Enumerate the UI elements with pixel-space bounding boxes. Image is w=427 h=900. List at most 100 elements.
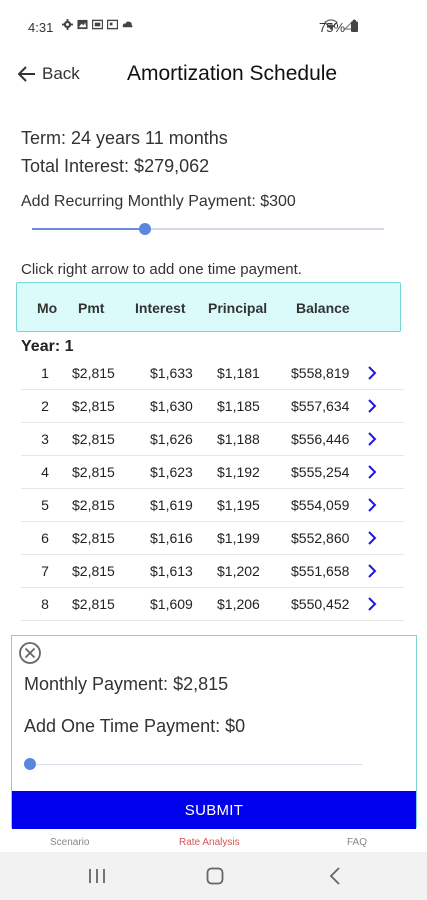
cell-month: 5 <box>41 497 49 513</box>
cell-month: 6 <box>41 530 49 546</box>
battery-icon <box>351 20 358 32</box>
table-row: 3 $2,815 $1,626 $1,188 $556,446 <box>21 423 404 456</box>
cell-month: 7 <box>41 563 49 579</box>
submit-button[interactable]: SUBMIT <box>12 791 416 829</box>
tab-scenario[interactable]: Scenario <box>50 837 89 848</box>
cell-interest: $1,633 <box>150 365 193 381</box>
table-row: 5 $2,815 $1,619 $1,195 $554,059 <box>21 489 404 522</box>
cell-month: 4 <box>41 464 49 480</box>
table-row: 6 $2,815 $1,616 $1,199 $552,860 <box>21 522 404 555</box>
monthly-payment-text: Monthly Payment: $2,815 <box>24 674 229 694</box>
term-text: Term: 24 years 11 months <box>21 128 228 148</box>
cell-interest: $1,623 <box>150 464 193 480</box>
back-nav-icon[interactable] <box>325 866 347 886</box>
header-balance: Balance <box>296 300 350 316</box>
cell-payment: $2,815 <box>72 365 115 381</box>
gear-icon <box>62 19 73 30</box>
year-label: Year: 1 <box>21 338 74 355</box>
cell-interest: $1,613 <box>150 563 193 579</box>
schedule-list[interactable]: 1 $2,815 $1,633 $1,181 $558,819 2 $2,815 $1,630… <box>0 357 427 633</box>
cell-payment: $2,815 <box>72 398 115 414</box>
cell-month: 2 <box>41 398 49 414</box>
cast-icon <box>107 19 118 30</box>
cell-principal: $1,181 <box>217 365 260 381</box>
recurring-payment-label: Add Recurring Monthly Payment: $300 <box>21 193 296 210</box>
status-bar: 4:31 75% <box>0 0 427 58</box>
cell-interest: $1,626 <box>150 431 193 447</box>
chevron-right-icon[interactable] <box>365 363 379 383</box>
hint-text: Click right arrow to add one time paymen… <box>21 261 302 278</box>
cell-balance: $555,254 <box>291 464 350 480</box>
tab-faq[interactable]: FAQ <box>347 837 367 848</box>
one-time-slider-thumb[interactable] <box>24 758 36 770</box>
cell-balance: $558,819 <box>291 365 350 381</box>
home-icon[interactable] <box>204 866 226 886</box>
cell-interest: $1,619 <box>150 497 193 513</box>
tab-rate-analysis[interactable]: Rate Analysis <box>179 837 240 848</box>
android-nav-bar <box>0 852 427 900</box>
header-interest: Interest <box>135 300 186 316</box>
cell-principal: $1,206 <box>217 596 260 612</box>
chevron-right-icon[interactable] <box>365 495 379 515</box>
screen-icon <box>92 19 103 30</box>
total-interest-text: Total Interest: $279,062 <box>21 156 210 176</box>
status-time: 4:31 <box>28 20 54 35</box>
cell-interest: $1,616 <box>150 530 193 546</box>
chevron-right-icon[interactable] <box>365 594 379 614</box>
cell-payment: $2,815 <box>72 431 115 447</box>
cell-balance: $551,658 <box>291 563 350 579</box>
status-notification-icons <box>62 19 133 30</box>
one-time-payment-slider[interactable] <box>30 764 362 765</box>
table-row: 8 $2,815 $1,609 $1,206 $550,452 <box>21 588 404 621</box>
header-mo: Mo <box>37 300 58 316</box>
cell-month: 3 <box>41 431 49 447</box>
battery-percent: 75% <box>319 20 346 35</box>
cell-balance: $550,452 <box>291 596 350 612</box>
back-button[interactable]: Back <box>18 64 80 84</box>
one-time-payment-text: Add One Time Payment: $0 <box>24 716 246 736</box>
cell-payment: $2,815 <box>72 464 115 480</box>
cell-interest: $1,630 <box>150 398 193 414</box>
cell-month: 1 <box>41 365 49 381</box>
close-icon[interactable] <box>18 641 42 665</box>
chevron-right-icon[interactable] <box>365 561 379 581</box>
cell-payment: $2,815 <box>72 497 115 513</box>
cell-payment: $2,815 <box>72 596 115 612</box>
cell-principal: $1,185 <box>217 398 260 414</box>
cell-principal: $1,188 <box>217 431 260 447</box>
arrow-left-icon <box>18 66 35 82</box>
chevron-right-icon[interactable] <box>365 396 379 416</box>
slider-thumb[interactable] <box>139 223 151 235</box>
cell-payment: $2,815 <box>72 563 115 579</box>
cell-balance: $557,634 <box>291 398 350 414</box>
image-icon <box>77 19 88 30</box>
app-header: Back Amortization Schedule <box>0 58 427 98</box>
cell-interest: $1,609 <box>150 596 193 612</box>
cell-principal: $1,192 <box>217 464 260 480</box>
bottom-tabs: Scenario Rate Analysis FAQ <box>0 832 427 852</box>
table-header: Mo Pmt Interest Principal Balance <box>16 282 401 332</box>
page-title: Amortization Schedule <box>127 62 338 85</box>
slider-fill <box>32 228 145 230</box>
recent-apps-icon[interactable] <box>86 866 108 886</box>
cell-payment: $2,815 <box>72 530 115 546</box>
table-row: 2 $2,815 $1,630 $1,185 $557,634 <box>21 390 404 423</box>
chevron-right-icon[interactable] <box>365 462 379 482</box>
cell-principal: $1,195 <box>217 497 260 513</box>
header-principal: Principal <box>208 300 268 316</box>
cell-balance: $556,446 <box>291 431 350 447</box>
cell-principal: $1,202 <box>217 563 260 579</box>
cell-balance: $554,059 <box>291 497 350 513</box>
table-row: 1 $2,815 $1,633 $1,181 $558,819 <box>21 357 404 390</box>
recurring-payment-slider[interactable] <box>32 223 384 235</box>
header-pmt: Pmt <box>78 300 105 316</box>
back-button-label: Back <box>42 64 80 83</box>
chevron-right-icon[interactable] <box>365 528 379 548</box>
cloud-icon <box>122 21 133 28</box>
chevron-right-icon[interactable] <box>365 429 379 449</box>
cell-balance: $552,860 <box>291 530 350 546</box>
cell-principal: $1,199 <box>217 530 260 546</box>
table-row: 7 $2,815 $1,613 $1,202 $551,658 <box>21 555 404 588</box>
table-row: 4 $2,815 $1,623 $1,192 $555,254 <box>21 456 404 489</box>
cell-month: 8 <box>41 596 49 612</box>
